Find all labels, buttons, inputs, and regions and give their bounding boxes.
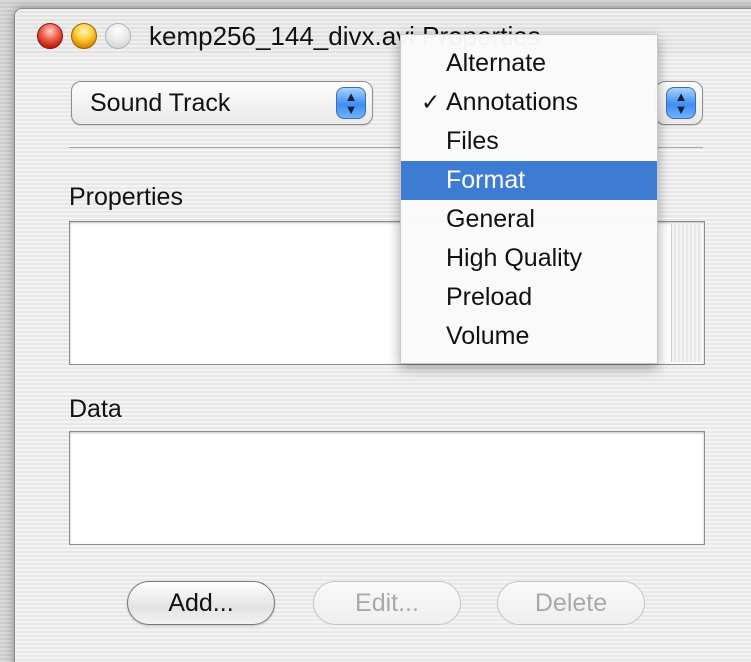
menu-item-label: Files <box>446 127 499 155</box>
menu-item-alternate[interactable]: Alternate <box>401 44 657 83</box>
menu-item-label: Volume <box>446 322 530 350</box>
track-popup[interactable]: Sound Track ▲ ▼ <box>71 81 373 125</box>
popup-arrows-icon: ▲ ▼ <box>336 87 366 119</box>
properties-label: Properties <box>69 183 183 211</box>
popup-arrows-icon: ▲ ▼ <box>666 87 696 119</box>
menu-item-high-quality[interactable]: High Quality <box>401 239 657 278</box>
menu-item-volume[interactable]: Volume <box>401 317 657 356</box>
close-button[interactable] <box>37 23 63 49</box>
menu-item-files[interactable]: Files <box>401 122 657 161</box>
zoom-button[interactable] <box>105 23 131 49</box>
add-button[interactable]: Add... <box>127 581 275 625</box>
track-popup-label: Sound Track <box>90 89 231 117</box>
data-field[interactable] <box>69 431 705 545</box>
menu-item-label: Format <box>446 166 526 194</box>
menu-item-label: Alternate <box>446 49 547 77</box>
minimize-button[interactable] <box>71 23 97 49</box>
menu-item-annotations[interactable]: ✓ Annotations <box>401 83 657 122</box>
desktop: kemp256_144_divx.avi Properties Sound Tr… <box>0 0 751 662</box>
menu-item-general[interactable]: General <box>401 200 657 239</box>
menu-item-label: Preload <box>446 283 533 311</box>
data-label: Data <box>69 395 122 423</box>
menu-item-label: General <box>446 205 535 233</box>
edit-button[interactable]: Edit... <box>313 581 461 625</box>
category-popup[interactable]: ▲ ▼ <box>655 81 703 125</box>
checkmark-icon: ✓ <box>421 89 441 115</box>
menu-item-format[interactable]: Format <box>401 161 657 200</box>
properties-scrollbar[interactable] <box>671 224 702 362</box>
delete-button[interactable]: Delete <box>497 581 645 625</box>
menu-item-label: Annotations <box>446 88 579 116</box>
menu-item-label: High Quality <box>446 244 583 272</box>
category-menu: Alternate ✓ Annotations Files Format Gen… <box>400 34 658 364</box>
menu-item-preload[interactable]: Preload <box>401 278 657 317</box>
